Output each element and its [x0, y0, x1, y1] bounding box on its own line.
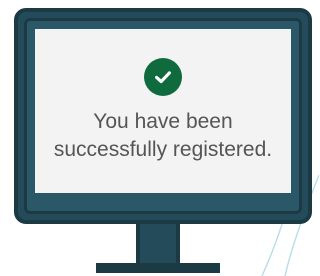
check-circle-icon: [144, 58, 182, 97]
success-message-line-1: You have been: [93, 110, 233, 134]
registration-success-illustration: You have been successfully registered.: [0, 0, 319, 276]
monitor-screen: You have been successfully registered.: [35, 29, 291, 193]
monitor-stand-base: [96, 263, 220, 273]
success-message-line-2: successfully registered.: [53, 138, 273, 161]
monitor-frame: You have been successfully registered.: [14, 8, 312, 224]
success-message: You have been successfully registered.: [54, 108, 272, 163]
monitor-bezel: You have been successfully registered.: [24, 18, 302, 214]
monitor-stand-neck: [136, 224, 180, 264]
